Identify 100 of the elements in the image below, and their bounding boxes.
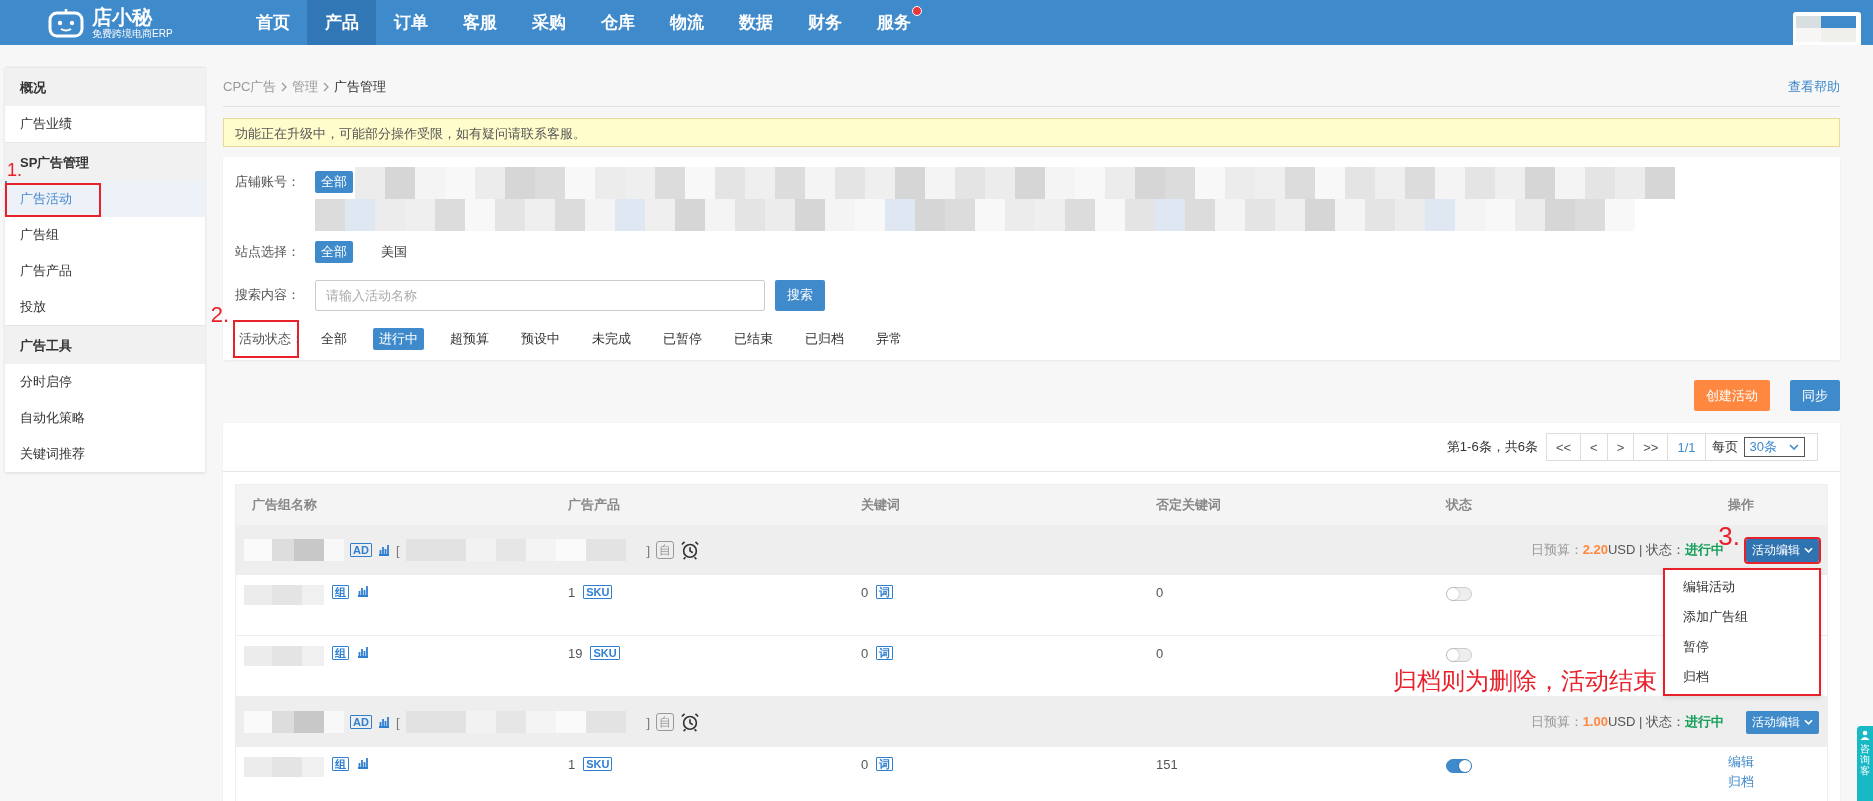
current-page-label[interactable]: 广告管理 — [334, 77, 387, 96]
status-toggle[interactable] — [1446, 759, 1472, 773]
group-tag: 组 — [332, 646, 349, 660]
sidebar-item[interactable]: 广告活动 — [5, 181, 205, 217]
filter-option[interactable]: 已归档 — [799, 328, 850, 350]
keyword-count: 0 — [861, 646, 869, 661]
breadcrumb-link[interactable]: 管理 — [292, 77, 319, 96]
alarm-clock-icon[interactable] — [680, 712, 701, 732]
per-page-select[interactable]: 30条 — [1743, 437, 1805, 457]
column-header: 关键词 — [860, 496, 901, 514]
nav-tab[interactable]: 产品 — [307, 0, 376, 45]
status-toggle[interactable] — [1446, 587, 1472, 601]
chevron-right-icon — [323, 81, 330, 92]
keyword-count: 0 — [861, 585, 869, 600]
filter-label: 店铺账号： — [235, 173, 301, 191]
help-link[interactable]: 查看帮助 — [1788, 77, 1840, 96]
nav-tab[interactable]: 订单 — [376, 0, 445, 45]
sidebar-item[interactable]: 广告产品 — [5, 253, 205, 289]
support-tab[interactable]: 咨询客 — [1857, 726, 1873, 801]
sku-tag[interactable]: SKU — [583, 585, 613, 599]
nav-tab[interactable]: 服务 — [859, 0, 928, 45]
nav-tab[interactable]: 首页 — [238, 0, 307, 45]
sidebar-section-title: 概况 — [20, 80, 46, 95]
menu-item[interactable]: 暂停 — [1665, 631, 1819, 662]
bar-chart-icon[interactable] — [377, 716, 390, 728]
support-label: 咨询客 — [1860, 743, 1870, 776]
annotation-number: 2. — [210, 304, 229, 326]
keyword-count: 0 — [861, 757, 869, 772]
sku-tag[interactable]: SKU — [590, 646, 620, 660]
search-button[interactable]: 搜索 — [775, 279, 825, 311]
sidebar-item[interactable]: 分时启停 — [5, 364, 205, 400]
breadcrumb-link[interactable]: CPC广告 — [223, 77, 277, 96]
row-action-link[interactable]: 归档 — [1728, 773, 1754, 791]
pagination-summary: 第1-6条，共6条 — [1446, 438, 1538, 456]
nav-tab[interactable]: 物流 — [652, 0, 721, 45]
filter-option[interactable]: 全部 — [315, 171, 353, 193]
bracket-text: ] — [646, 542, 651, 558]
product-count: 19 — [568, 646, 583, 661]
negative-keyword-count: 0 — [1156, 646, 1164, 661]
filter-option[interactable]: 已结束 — [728, 328, 779, 350]
caret-down-icon — [1804, 719, 1813, 725]
filter-option[interactable]: 美国 — [375, 241, 413, 263]
nav-tab[interactable]: 财务 — [790, 0, 859, 45]
auto-tag: 自 — [656, 541, 675, 559]
row-action-link[interactable]: 编辑 — [1728, 753, 1754, 771]
filter-label: 站点选择： — [235, 243, 301, 261]
caret-down-icon — [1804, 547, 1813, 553]
sidebar-item[interactable]: 广告组 — [5, 217, 205, 253]
caret-down-icon — [1789, 444, 1799, 450]
logo-title: 店小秘 — [92, 6, 154, 27]
filter-option[interactable]: 全部 — [315, 328, 353, 350]
campaign-edit-dropdown[interactable]: 活动编辑 — [1746, 710, 1819, 734]
sync-button[interactable]: 同步 — [1790, 380, 1840, 411]
filter-option[interactable]: 超预算 — [444, 328, 495, 350]
menu-item[interactable]: 归档 — [1665, 661, 1819, 692]
bar-chart-icon[interactable] — [377, 544, 390, 556]
negative-keyword-count: 151 — [1156, 757, 1178, 772]
keyword-tag[interactable]: 词 — [876, 646, 894, 660]
logo-subtitle: 免费跨境电商ERP — [92, 28, 173, 39]
bracket-text: [ — [395, 542, 400, 558]
filter-option[interactable]: 预设中 — [515, 328, 566, 350]
bracket-text: ] — [646, 714, 651, 730]
campaign-edit-dropdown[interactable]: 活动编辑 — [1746, 538, 1819, 562]
auto-tag: 自 — [656, 713, 675, 731]
column-header: 广告组名称 — [251, 496, 318, 514]
filter-option[interactable]: 进行中 — [373, 328, 424, 350]
user-avatar-pixelated[interactable] — [1793, 12, 1861, 45]
menu-item[interactable]: 添加广告组 — [1665, 601, 1819, 632]
bar-chart-icon[interactable] — [357, 585, 369, 597]
keyword-tag[interactable]: 词 — [876, 585, 894, 599]
bar-chart-icon[interactable] — [357, 646, 369, 658]
bar-chart-icon[interactable] — [357, 757, 369, 769]
nav-tab[interactable]: 仓库 — [583, 0, 652, 45]
filter-option[interactable]: 异常 — [870, 328, 908, 350]
product-count: 1 — [568, 757, 576, 772]
nav-tab[interactable]: 客服 — [445, 0, 514, 45]
filter-option[interactable]: 已暂停 — [657, 328, 708, 350]
filter-option[interactable]: 未完成 — [586, 328, 637, 350]
sidebar-item[interactable]: 关键词推荐 — [5, 436, 205, 472]
sidebar-item[interactable]: 广告业绩 — [5, 106, 205, 142]
nav-tab[interactable]: 采购 — [514, 0, 583, 45]
alarm-clock-icon[interactable] — [680, 540, 701, 560]
sidebar-item[interactable]: 自动化策略 — [5, 400, 205, 436]
search-field[interactable]: 请输入活动名称 — [315, 279, 765, 311]
filter-option[interactable]: 全部 — [315, 241, 353, 263]
keyword-tag[interactable]: 词 — [876, 757, 894, 771]
nav-tab[interactable]: 数据 — [721, 0, 790, 45]
annotation-note: 归档则为删除，活动结束 — [1393, 665, 1657, 696]
sidebar-item[interactable]: 投放 — [5, 289, 205, 325]
column-header: 操作 — [1727, 496, 1755, 514]
group-tag: 组 — [332, 585, 349, 599]
annotation-number: 1. — [7, 161, 22, 179]
filter-label: 搜索内容： — [235, 286, 301, 304]
sku-tag[interactable]: SKU — [583, 757, 613, 771]
status-toggle[interactable] — [1446, 648, 1472, 662]
column-header: 状态 — [1444, 496, 1473, 514]
create-button[interactable]: 创建活动 — [1694, 380, 1770, 411]
sidebar-section-title: SP广告管理 — [20, 155, 90, 170]
ad-tag: AD — [350, 543, 372, 557]
menu-item[interactable]: 编辑活动 — [1665, 571, 1819, 602]
